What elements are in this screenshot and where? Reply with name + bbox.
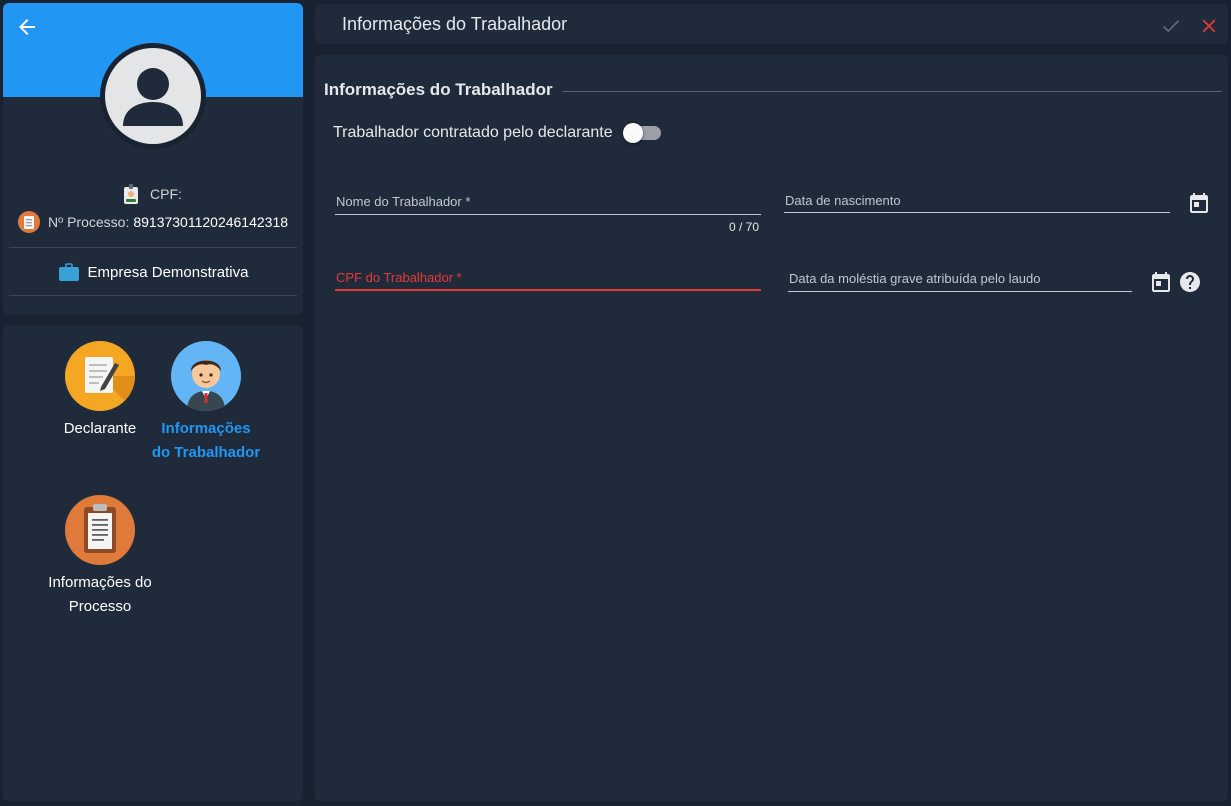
nav-item-informacoes-trabalhador[interactable]: Informações do Trabalhador (151, 341, 261, 465)
birth-date-field[interactable]: Data de nascimento (784, 192, 1170, 214)
profile-card: CPF: Nº Processo: 89137301120246142318 E… (3, 3, 303, 315)
back-button[interactable] (15, 15, 39, 39)
close-icon (1202, 19, 1216, 33)
nav-label: Informações do Trabalhador (151, 420, 261, 461)
user-icon (123, 68, 183, 126)
birth-date-label: Data de nascimento (785, 193, 901, 208)
process-label: Nº Processo: (47, 214, 130, 230)
process-value: 89137301120246142318 (133, 214, 289, 230)
field-underline (335, 289, 761, 291)
close-button[interactable] (1198, 15, 1220, 37)
char-counter: 0 / 70 (728, 220, 759, 234)
divider (9, 295, 297, 296)
company-name: Empresa Demonstrativa (87, 263, 249, 281)
help-icon (1180, 272, 1200, 292)
clipboard-icon (65, 495, 135, 565)
worker-cpf-field[interactable]: CPF do Trabalhador * (335, 269, 761, 293)
help-button[interactable] (1178, 270, 1202, 294)
id-badge-icon (120, 183, 142, 205)
calendar-icon (1152, 272, 1170, 292)
field-underline (784, 212, 1170, 213)
cpf-label: CPF: (150, 186, 182, 202)
calendar-icon (1190, 193, 1208, 213)
process-row: Nº Processo: 89137301120246142318 (3, 211, 303, 233)
top-bar: Informações do Trabalhador (315, 4, 1228, 44)
nav-label: Declarante (63, 420, 137, 437)
confirm-button[interactable] (1160, 15, 1182, 37)
disease-date-calendar-button[interactable] (1149, 270, 1173, 294)
form-card: Informações do Trabalhador Trabalhador c… (315, 55, 1228, 801)
briefcase-icon (58, 261, 80, 283)
divider (9, 247, 297, 248)
disease-date-label: Data da moléstia grave atribuída pelo la… (789, 271, 1041, 286)
field-underline (335, 214, 761, 215)
document-edit-icon (65, 341, 135, 411)
nav-item-informacoes-processo[interactable]: Informações do Processo (45, 495, 155, 619)
arrow-left-icon (19, 19, 35, 35)
contracted-toggle[interactable] (622, 123, 661, 143)
check-icon (1163, 20, 1180, 33)
birth-date-calendar-button[interactable] (1187, 191, 1211, 215)
section-divider (563, 91, 1222, 92)
step-nav: Declarante Informações do Trabalhador In… (3, 325, 303, 801)
section-title: Informações do Trabalhador (324, 80, 553, 99)
nav-label: Informações do Processo (48, 574, 152, 615)
cpf-row: CPF: (3, 183, 303, 205)
worker-cpf-label: CPF do Trabalhador * (336, 270, 462, 285)
page-title: Informações do Trabalhador (342, 14, 568, 34)
worker-name-field[interactable]: Nome do Trabalhador * 0 / 70 (335, 193, 761, 237)
worker-name-label: Nome do Trabalhador * (336, 194, 471, 209)
worker-avatar-icon (171, 341, 241, 411)
field-underline (788, 291, 1132, 292)
toggle-knob (622, 123, 643, 143)
company-row: Empresa Demonstrativa (3, 261, 303, 283)
clipboard-icon (17, 211, 40, 233)
nav-item-declarante[interactable]: Declarante (45, 341, 155, 441)
toggle-label: Trabalhador contratado pelo declarante (333, 124, 613, 141)
avatar (100, 43, 206, 149)
disease-date-field[interactable]: Data da moléstia grave atribuída pelo la… (788, 271, 1132, 293)
toggle-row: Trabalhador contratado pelo declarante (333, 123, 661, 143)
